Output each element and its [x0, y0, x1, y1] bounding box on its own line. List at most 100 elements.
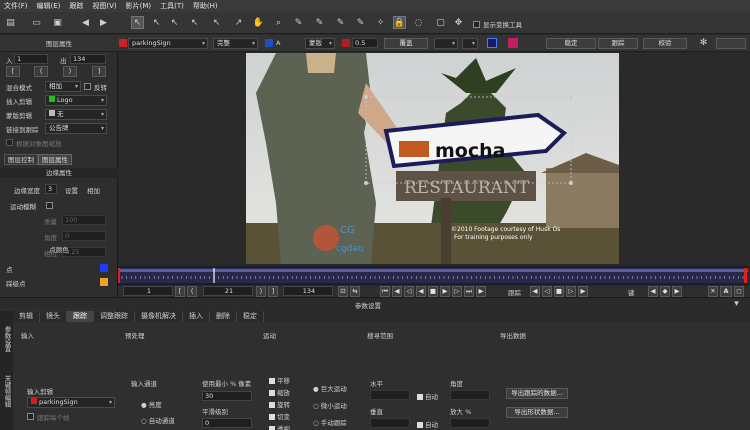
matte-clip-select[interactable]: 无	[45, 109, 107, 120]
step-forward-button[interactable]: ▷	[452, 286, 462, 297]
track-area-icon[interactable]	[487, 38, 497, 48]
overlay-button[interactable]: 覆盖	[384, 38, 428, 49]
add-point-tool-icon[interactable]: ↗	[232, 16, 245, 29]
matte-select[interactable]: 蒙版	[305, 38, 335, 49]
menu-edit[interactable]: 编辑(E)	[37, 1, 61, 11]
loop-button[interactable]: ⇆	[350, 286, 360, 297]
out-point-button[interactable]: ⟩	[256, 286, 266, 297]
goto-end-button[interactable]: ⏭	[464, 286, 474, 297]
undo-icon[interactable]: ◀	[79, 16, 92, 29]
matte-color-icon[interactable]	[342, 39, 350, 47]
insert-clip-select[interactable]: Logo	[45, 95, 107, 106]
save-icon[interactable]: ▣	[51, 16, 64, 29]
step-back-button[interactable]: ◁	[404, 286, 414, 297]
settings-gear-icon[interactable]: ✻	[697, 36, 710, 49]
add-label[interactable]: 相加	[87, 185, 100, 195]
set-out-point-button[interactable]: ]	[268, 286, 278, 297]
hand-tool-icon[interactable]: ✋	[252, 16, 265, 29]
menu-tools[interactable]: 工具(T)	[160, 1, 184, 11]
menu-track[interactable]: 跟踪	[69, 1, 83, 11]
prev-keyframe-button[interactable]: ◀	[648, 286, 658, 297]
tab-lens[interactable]: 镜头	[40, 311, 67, 322]
create-x-spline-icon[interactable]: ✎	[292, 16, 305, 29]
delete-keyframe-button[interactable]: ✕	[708, 286, 718, 297]
track-forwards-button[interactable]: ▶	[578, 286, 588, 297]
edge-width-field[interactable]: 3	[45, 184, 57, 194]
surface-icon[interactable]: ◌	[412, 16, 425, 29]
move-icon[interactable]: ✥	[452, 16, 465, 29]
lock-icon[interactable]: 🔒	[393, 16, 406, 29]
track-back-frame-button[interactable]: ◁	[542, 286, 552, 297]
play-back-button[interactable]: ◀	[416, 286, 426, 297]
horizontal-auto-checkbox[interactable]	[417, 394, 423, 400]
redo-icon[interactable]: ▶	[97, 16, 110, 29]
tab-layer-props[interactable]: 图层属性	[38, 154, 72, 165]
motion-rotate[interactable]: 旋转	[269, 399, 290, 411]
frame-start-field[interactable]: 1	[123, 286, 173, 296]
motion-perspective-checkbox[interactable]	[269, 426, 275, 430]
stabilize-button[interactable]: 稳定	[546, 38, 596, 49]
set-in-button[interactable]: [	[6, 66, 20, 77]
frame-current-field[interactable]: 21	[203, 286, 253, 296]
add-keyframe-button[interactable]: ◆	[660, 286, 670, 297]
motion-scale[interactable]: 缩放	[269, 387, 290, 399]
link-track-select[interactable]: 公告牌	[45, 123, 107, 134]
goto-out-button[interactable]: ⟩	[63, 66, 77, 77]
channel-auto[interactable]: ○ 自动通道	[141, 415, 175, 425]
layer-select[interactable]: parkingSign	[128, 38, 208, 49]
layer-color-blue-swatch[interactable]	[265, 39, 273, 47]
prev-key-button[interactable]: ◀	[392, 286, 402, 297]
tab-layer-control[interactable]: 图层控制	[4, 154, 38, 165]
menu-view[interactable]: 视图(V)	[92, 1, 116, 11]
vertical-auto-checkbox[interactable]	[417, 422, 423, 428]
tab-remove[interactable]: 删除	[210, 311, 237, 322]
vtab-keyframes[interactable]: 关键帧编辑	[1, 366, 12, 416]
autokey-button[interactable]: A	[720, 286, 732, 297]
stop-button[interactable]: ■	[428, 286, 438, 297]
vtab-params[interactable]: 参数设置	[1, 319, 12, 359]
timeline[interactable]	[118, 266, 748, 285]
set-label[interactable]: 设置	[65, 185, 78, 195]
set-out-button[interactable]: ]	[92, 66, 106, 77]
export-track-button[interactable]: 导出跟踪的数据...	[506, 388, 568, 399]
motion-scale-checkbox[interactable]	[269, 390, 275, 396]
goto-start-button[interactable]: ⏮	[380, 286, 390, 297]
motion-rotate-checkbox[interactable]	[269, 402, 275, 408]
goto-in-button[interactable]: ⟨	[34, 66, 48, 77]
zoom-field[interactable]	[450, 418, 490, 428]
spline-tool-icon[interactable]: ✧	[374, 16, 387, 29]
frame-opt-checkbox[interactable]	[27, 413, 34, 420]
min-pixels-field[interactable]: 30	[202, 391, 252, 401]
show-transform-toggle[interactable]: 显示变换工具	[473, 19, 522, 29]
channel-luma[interactable]: ● 亮度	[141, 399, 162, 409]
select-a-tool-icon[interactable]: ↖	[210, 16, 223, 29]
key-options-button[interactable]: ◻	[734, 286, 744, 297]
blur-angle-field[interactable]: 0	[62, 231, 106, 241]
select-tool-icon[interactable]: ↖	[131, 16, 144, 29]
opacity-field[interactable]: 0.5	[352, 38, 378, 48]
range-button[interactable]: ⊡	[338, 286, 348, 297]
motion-manual[interactable]: ○ 手动跟踪	[313, 417, 347, 427]
invert-checkbox[interactable]	[84, 83, 91, 90]
color-letter[interactable]: A	[276, 39, 280, 47]
in-field[interactable]: 1	[14, 54, 48, 64]
vertical-auto[interactable]: 自动	[417, 419, 438, 429]
viewer[interactable]: RESTAURANT mocha CG cgdao ©2010 Footage …	[246, 53, 619, 264]
angle-field[interactable]	[450, 390, 490, 400]
export-shape-button[interactable]: 导出形状数据...	[506, 407, 568, 418]
in-point-button[interactable]: ⟨	[187, 286, 197, 297]
input-clip-select[interactable]: parkingSign	[27, 397, 115, 408]
horizontal-field[interactable]	[370, 390, 410, 400]
motion-translate[interactable]: 平移	[269, 375, 290, 387]
motion-perspective[interactable]: 透视	[269, 423, 290, 430]
frame-end-field[interactable]: 134	[283, 286, 333, 296]
select-e-tool-icon[interactable]: ↖	[188, 16, 201, 29]
view-mode-select[interactable]: 完整	[213, 38, 258, 49]
menu-movie[interactable]: 影片(M)	[126, 1, 152, 11]
motion-shear[interactable]: 切变	[269, 411, 290, 423]
selected-point-color-swatch[interactable]	[100, 278, 108, 286]
tab-clip[interactable]: 剪辑	[13, 311, 40, 322]
create-bezier-icon[interactable]: ✎	[334, 16, 347, 29]
add-x-spline-icon[interactable]: ✎	[313, 16, 326, 29]
overlay-mode-select[interactable]	[434, 38, 458, 49]
